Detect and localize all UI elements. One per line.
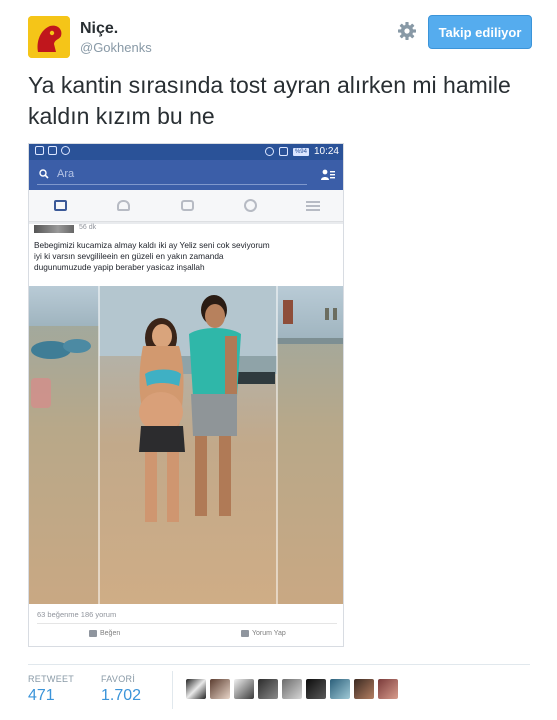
friend-requests-icon xyxy=(321,169,335,180)
post-time: 56 dk xyxy=(79,224,97,231)
user-display-name[interactable]: Niçe. xyxy=(80,20,118,38)
favorite-stat[interactable]: FAVORİ 1.702 xyxy=(101,674,141,705)
messages-icon xyxy=(155,190,218,221)
battery-level: %94 xyxy=(292,147,309,156)
like-action: Beğen xyxy=(89,630,120,637)
post-text: Bebegimizi kucamiza almay kaldı iki ay Y… xyxy=(34,240,340,273)
avatar[interactable] xyxy=(234,679,254,699)
post-text-line: Bebegimizi kucamiza almay kaldı iki ay Y… xyxy=(34,240,270,250)
retweet-count[interactable]: 471 xyxy=(28,687,74,705)
status-time: 10:24 xyxy=(313,146,339,157)
comment-icon xyxy=(241,630,249,637)
signal-icon xyxy=(278,147,288,156)
post-photo xyxy=(29,286,343,604)
retweet-label: RETWEET xyxy=(28,674,75,684)
post-text-line: iyi ki varsın sevgilileein en güzeli en … xyxy=(34,251,224,261)
avatar[interactable] xyxy=(258,679,278,699)
image-icon xyxy=(48,146,57,155)
like-icon xyxy=(89,630,97,637)
globe-icon xyxy=(219,190,282,221)
menu-icon xyxy=(282,190,343,221)
post-divider xyxy=(37,623,337,624)
comment-action: Yorum Yap xyxy=(241,630,286,637)
search-placeholder: Ara xyxy=(57,168,75,180)
favorite-count[interactable]: 1.702 xyxy=(101,687,141,705)
search-field: Ara xyxy=(37,165,307,185)
avatar[interactable] xyxy=(354,679,374,699)
post-reactions-summary: 63 beğenme 186 yorum xyxy=(37,610,117,619)
favoriters-avatars xyxy=(186,679,398,699)
facebook-tab-bar xyxy=(29,190,343,222)
facebook-search-bar: Ara xyxy=(29,160,343,190)
user-avatar[interactable] xyxy=(28,16,70,58)
post-action-bar: Beğen Yorum Yap xyxy=(29,628,343,644)
avatar[interactable] xyxy=(186,679,206,699)
post-text-line: dugunumuzude yapip beraber yasicaz inşal… xyxy=(34,262,205,272)
news-feed-icon xyxy=(29,190,92,221)
post-author-thumbnail xyxy=(34,225,74,233)
avatar[interactable] xyxy=(282,679,302,699)
settings-gear-icon[interactable] xyxy=(396,20,418,42)
following-button[interactable]: Takip ediliyor xyxy=(428,15,532,49)
avatar[interactable] xyxy=(210,679,230,699)
like-label: Beğen xyxy=(100,630,121,637)
search-icon xyxy=(39,169,49,179)
avatar[interactable] xyxy=(306,679,326,699)
retweet-stat[interactable]: RETWEET 471 xyxy=(28,674,74,705)
phone-status-bar: %94 10:24 xyxy=(29,144,343,160)
stats-divider xyxy=(28,664,530,665)
comment-label: Yorum Yap xyxy=(252,630,286,637)
facebook-post: 56 dk Bebegimizi kucamiza almay kaldı ik… xyxy=(29,224,343,646)
avatar[interactable] xyxy=(378,679,398,699)
friends-icon xyxy=(92,190,155,221)
user-handle[interactable]: @Gokhenks xyxy=(80,40,152,55)
avatar[interactable] xyxy=(330,679,350,699)
alarm-icon xyxy=(264,147,274,156)
tweet-text: Ya kantin sırasında tost ayran alırken m… xyxy=(28,72,511,129)
favorite-label: FAVORİ xyxy=(101,674,136,684)
sync-icon xyxy=(61,146,70,155)
embedded-screenshot[interactable]: %94 10:24 Ara 56 dk Bebegimizi kucamiza … xyxy=(28,143,344,647)
stats-separator xyxy=(172,671,173,709)
usb-icon xyxy=(35,146,44,155)
